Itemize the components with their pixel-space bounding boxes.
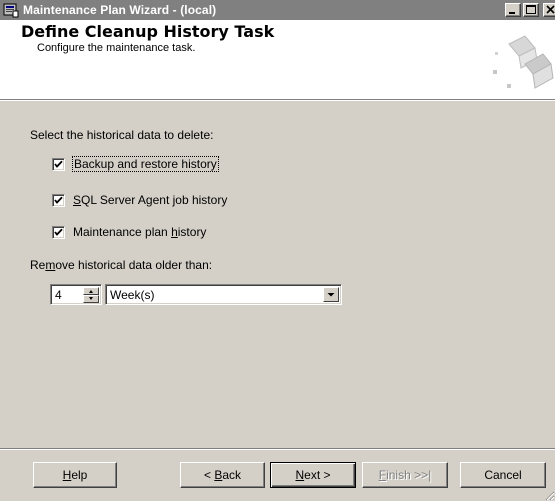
app-icon	[3, 2, 19, 18]
minimize-icon	[509, 12, 515, 14]
page-title: Define Cleanup History Task	[21, 22, 275, 41]
maintenance-plan-history-option[interactable]: Maintenance plan history	[52, 225, 206, 239]
time-unit-value: Week(s)	[110, 288, 155, 302]
page-subtitle: Configure the maintenance task.	[37, 42, 196, 54]
time-unit-dropdown[interactable]: Week(s)	[105, 284, 342, 305]
remove-older-than-label: Remove historical data older than:	[30, 258, 213, 272]
spin-up-button[interactable]	[83, 287, 99, 295]
age-spinner-buttons	[83, 287, 99, 303]
maintenance-plan-history-label: Maintenance plan history	[73, 225, 207, 239]
window-title: Maintenance Plan Wizard - (local)	[23, 3, 217, 17]
maximize-icon	[526, 5, 536, 14]
arrow-up-icon	[89, 290, 93, 293]
arrow-down-icon	[89, 297, 93, 300]
help-button[interactable]: Help	[33, 462, 117, 488]
select-data-label: Select the historical data to delete:	[30, 128, 214, 142]
next-button[interactable]: Next >	[270, 462, 356, 488]
dropdown-button[interactable]	[323, 287, 339, 302]
age-value[interactable]: 4	[55, 288, 62, 302]
close-button[interactable]	[543, 3, 555, 17]
sql-agent-job-history-option[interactable]: SQL Server Agent job history	[52, 193, 227, 207]
wizard-content: Select the historical data to delete: Ba…	[0, 102, 555, 438]
finish-button[interactable]: Finish >>|	[362, 462, 448, 488]
back-button[interactable]: < Back	[180, 462, 265, 488]
wizard-header: Define Cleanup History Task Configure th…	[0, 20, 555, 101]
backup-restore-history-checkbox[interactable]	[52, 157, 65, 171]
sql-agent-job-history-checkbox[interactable]	[52, 193, 65, 207]
checkmark-icon	[54, 196, 63, 204]
minimize-button[interactable]	[505, 3, 521, 17]
checkmark-icon	[54, 160, 63, 168]
maximize-button[interactable]	[523, 3, 539, 17]
wizard-window: Maintenance Plan Wizard - (local) Define…	[0, 0, 555, 501]
maintenance-plan-history-checkbox[interactable]	[52, 225, 65, 239]
resize-grip-icon[interactable]	[543, 489, 555, 501]
backup-restore-history-option[interactable]: Backup and restore history	[52, 156, 219, 172]
footer-separator	[0, 448, 555, 450]
close-icon	[546, 5, 555, 14]
wizard-graphic-icon	[485, 30, 555, 96]
sql-agent-job-history-label: SQL Server Agent job history	[73, 193, 228, 207]
chevron-down-icon	[327, 293, 335, 297]
age-spinner[interactable]: 4	[50, 284, 102, 305]
checkmark-icon	[54, 228, 63, 236]
spin-down-button[interactable]	[83, 295, 99, 303]
backup-restore-history-label: Backup and restore history	[72, 156, 219, 172]
cancel-button[interactable]: Cancel	[460, 462, 546, 488]
title-bar[interactable]: Maintenance Plan Wizard - (local)	[0, 0, 555, 20]
